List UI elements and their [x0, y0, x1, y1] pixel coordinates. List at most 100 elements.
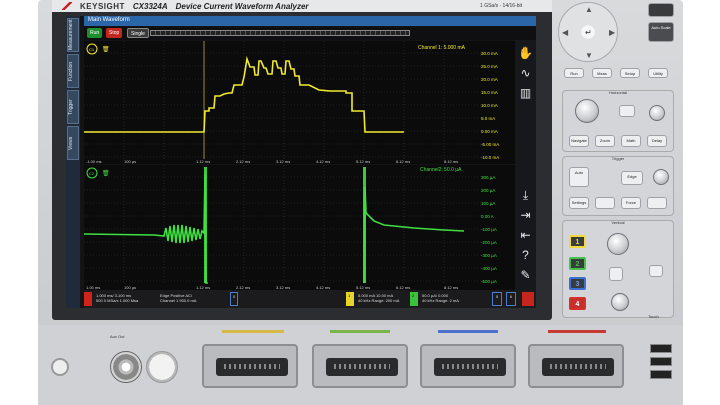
usb-port[interactable] — [650, 370, 672, 379]
tab-function[interactable]: Function — [67, 54, 79, 88]
acquisition-info[interactable]: 1.000 ms/ 3.100 ms 500 0 MSa/s 1.000 Msa — [94, 292, 154, 306]
key-trigger-auto[interactable]: Auto — [569, 167, 589, 187]
keysight-logo-icon — [62, 2, 72, 10]
save-icon[interactable]: ⤓ — [518, 188, 533, 203]
acquisition-indicator[interactable] — [84, 292, 92, 306]
key-setup[interactable]: Setup — [620, 68, 640, 78]
ch2-y-tick: 100 µA — [481, 201, 495, 206]
key-utility[interactable]: Utility — [648, 68, 668, 78]
input-module-2[interactable] — [312, 344, 408, 388]
ch2-y-tick: -400 µA — [481, 266, 497, 271]
input-module-4[interactable] — [528, 344, 624, 388]
key-trigger-settings[interactable]: Settings — [569, 197, 589, 209]
trigger-info[interactable]: Edge Positive AC/ Channel 1 900.0 mA — [158, 292, 228, 306]
channel-1-key[interactable]: 1 — [569, 235, 586, 248]
power-standby-button[interactable] — [648, 3, 674, 17]
key-delay[interactable]: Delay — [647, 135, 667, 147]
power-button[interactable] — [51, 358, 69, 376]
key-navigate[interactable]: Navigate — [569, 135, 589, 147]
ch2-trace-tail — [363, 186, 465, 284]
ch2-y-tick: -500 µA — [481, 279, 497, 284]
stop-button[interactable]: Stop — [106, 28, 123, 38]
right-toolbar: ✋ ∿ ▥ ⤓ ⇥ ⇤ ? ✎ — [515, 40, 536, 290]
key-run[interactable]: Run — [564, 68, 584, 78]
module-3-connector — [434, 358, 506, 376]
ch1-status-info[interactable]: 5.000 mA 10.00 mA 40 kHz Range: 200 mA — [356, 292, 408, 306]
spec-label: 1 GSa/s · 14/16-bit — [480, 3, 522, 9]
acquisition-timeline[interactable] — [150, 30, 410, 36]
channel-2-key[interactable]: 2 — [569, 257, 586, 270]
ch1-badge: C1 — [89, 47, 95, 52]
horizontal-scale-knob[interactable] — [575, 99, 599, 123]
ch1-y-axis: 30.0 mA 25.0 mA 20.0 mA 15.0 mA 10.0 mA … — [481, 51, 499, 160]
ch1-y-tick: -10.0 mA — [481, 155, 499, 160]
usb-port[interactable] — [650, 357, 672, 366]
trigger-number-button[interactable]: 0 — [230, 292, 238, 306]
trigger-level-knob[interactable] — [653, 169, 669, 185]
key-math[interactable]: Math — [621, 135, 641, 147]
single-button[interactable]: Single — [127, 28, 149, 38]
usb-port[interactable] — [650, 344, 672, 353]
key-zoom-mode[interactable]: Zoom — [595, 135, 615, 147]
horizontal-position-knob[interactable] — [649, 105, 665, 121]
bars-icon[interactable]: ▥ — [518, 86, 533, 101]
import-icon[interactable]: ⇤ — [518, 228, 533, 243]
ch2-y-tick: -100 µA — [481, 227, 497, 232]
up-arrow-icon[interactable]: ▲ — [585, 5, 593, 14]
channel-5-button[interactable]: 5 — [492, 292, 502, 306]
tab-views[interactable]: Views — [67, 126, 79, 160]
key-trigger-force[interactable]: Force — [621, 197, 641, 209]
run-button[interactable]: Run — [87, 28, 103, 38]
ch2-status-line2: 40 kHz Range: 2 mA — [422, 298, 459, 303]
module-1-connector — [216, 358, 288, 376]
right-arrow-icon[interactable]: ▶ — [609, 28, 615, 37]
ch2-status-chip[interactable]: 2 — [410, 292, 418, 306]
module-1-led — [222, 330, 284, 333]
key-trigger-edge[interactable]: Edge — [621, 171, 643, 185]
input-module-1[interactable] — [202, 344, 298, 388]
channel-4-key[interactable]: 4 — [569, 297, 586, 310]
tab-measurement[interactable]: Measurement — [67, 18, 79, 52]
trash-icon[interactable]: 🗑 — [102, 169, 110, 177]
ch1-y-tick: 30.0 mA — [481, 51, 498, 56]
ch2-status-info[interactable]: 50.0 µA/ 0.000 40 kHz Range: 2 mA — [420, 292, 474, 306]
ch1-x-axis: -1.00 ms 100 µs 1.12 ms 2.12 ms 3.12 ms … — [86, 159, 458, 164]
vertical-position-knob[interactable] — [611, 293, 629, 311]
key-vertical-menu[interactable] — [609, 267, 623, 281]
ruler-icon[interactable]: ✎ — [518, 268, 533, 283]
auto-scale-button[interactable]: Auto Scale — [648, 22, 674, 42]
trigger-title: Trigger — [611, 156, 625, 161]
math-icon[interactable]: ∿ — [518, 66, 533, 81]
instrument-subtitle: Device Current Waveform Analyzer — [175, 1, 309, 11]
ch1-status-line2: 40 kHz Range: 200 mA — [358, 298, 400, 303]
export-icon[interactable]: ⇥ — [518, 208, 533, 223]
tab-trigger[interactable]: Trigger — [67, 90, 79, 124]
ch2-plot[interactable]: C2 🗑 Channel2: 50.0 µA 300 µA 200 µA 100… — [84, 165, 515, 290]
key-trigger-mode[interactable] — [595, 197, 615, 209]
navigation-pad[interactable]: ▲ ▼ ◀ ▶ ↵ — [558, 2, 618, 62]
hand-icon[interactable]: ✋ — [518, 46, 533, 61]
channel-6-button[interactable]: 6 — [506, 292, 516, 306]
ch1-plot[interactable]: C1 🗑 Channel 1: 5.000 mA 30.0 mA 25.0 mA… — [84, 41, 515, 164]
input-module-3[interactable] — [420, 344, 516, 388]
ch1-x-tick: 8.12 ms — [444, 159, 458, 164]
enter-icon[interactable]: ↵ — [585, 28, 592, 37]
trash-icon[interactable]: 🗑 — [102, 45, 110, 53]
key-meas[interactable]: Meas — [592, 68, 612, 78]
key-trigger-extra[interactable] — [647, 197, 667, 209]
key-vertical-label[interactable] — [649, 265, 663, 277]
help-icon[interactable]: ? — [518, 248, 533, 263]
bnc-connector[interactable] — [110, 351, 142, 383]
ch2-y-tick: -300 µA — [481, 253, 497, 258]
status-alert-indicator[interactable] — [522, 292, 534, 306]
ch2-edge-band — [363, 167, 366, 283]
vertical-title: Vertical — [611, 220, 625, 225]
vertical-scale-knob[interactable] — [607, 233, 629, 255]
ch1-status-chip[interactable]: 1 — [346, 292, 354, 306]
left-arrow-icon[interactable]: ◀ — [562, 28, 568, 37]
aux-port-label: Aux Out — [110, 334, 125, 339]
side-tab-bar: Measurement Function Trigger Views — [66, 16, 80, 308]
down-arrow-icon[interactable]: ▼ — [585, 51, 593, 60]
channel-3-key[interactable]: 3 — [569, 277, 586, 290]
key-zoom[interactable] — [619, 105, 635, 117]
